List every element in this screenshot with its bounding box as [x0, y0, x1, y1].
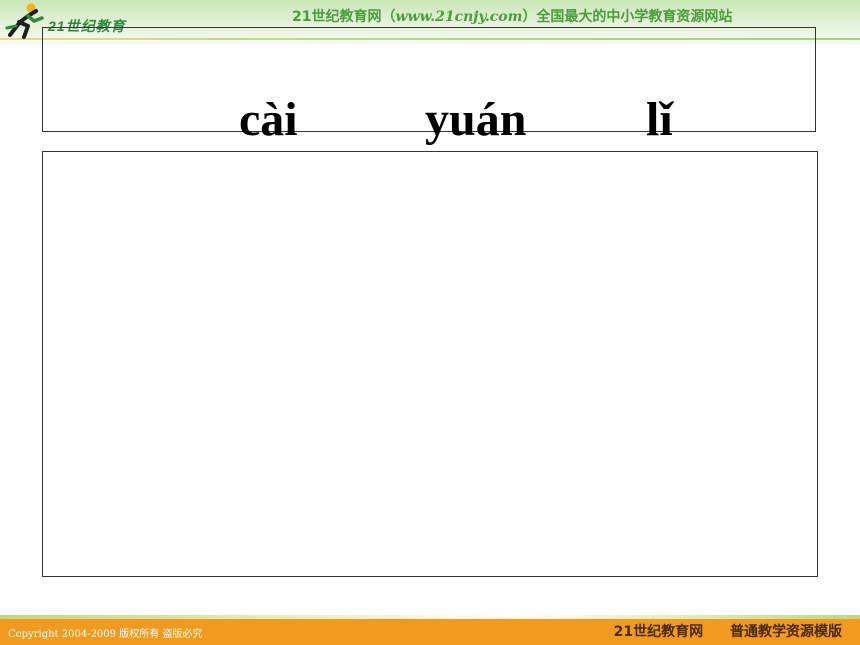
site-banner: 21世纪教育网（www.21cnjy.com）全国最大的中小学教育资源网站	[292, 6, 732, 26]
footer-copyright: Copyright 2004-2009 版权所有 盗版必究	[8, 629, 203, 640]
banner-prefix: 21世纪教育网（	[292, 9, 396, 25]
footer-branding: 21世纪教育网 普通教学资源模版	[614, 621, 842, 641]
footer-site-name: 21世纪教育网	[613, 624, 704, 640]
pinyin-yuan: yuán	[425, 93, 527, 146]
content-frame	[42, 151, 818, 577]
banner-url[interactable]: www.21cnjy.com	[395, 9, 522, 25]
footer-template-name: 普通教学资源模版	[730, 624, 842, 640]
pinyin-cai: cài	[239, 93, 298, 146]
banner-suffix: ）全国最大的中小学教育资源网站	[522, 9, 733, 25]
pinyin-li: lǐ	[646, 93, 673, 146]
